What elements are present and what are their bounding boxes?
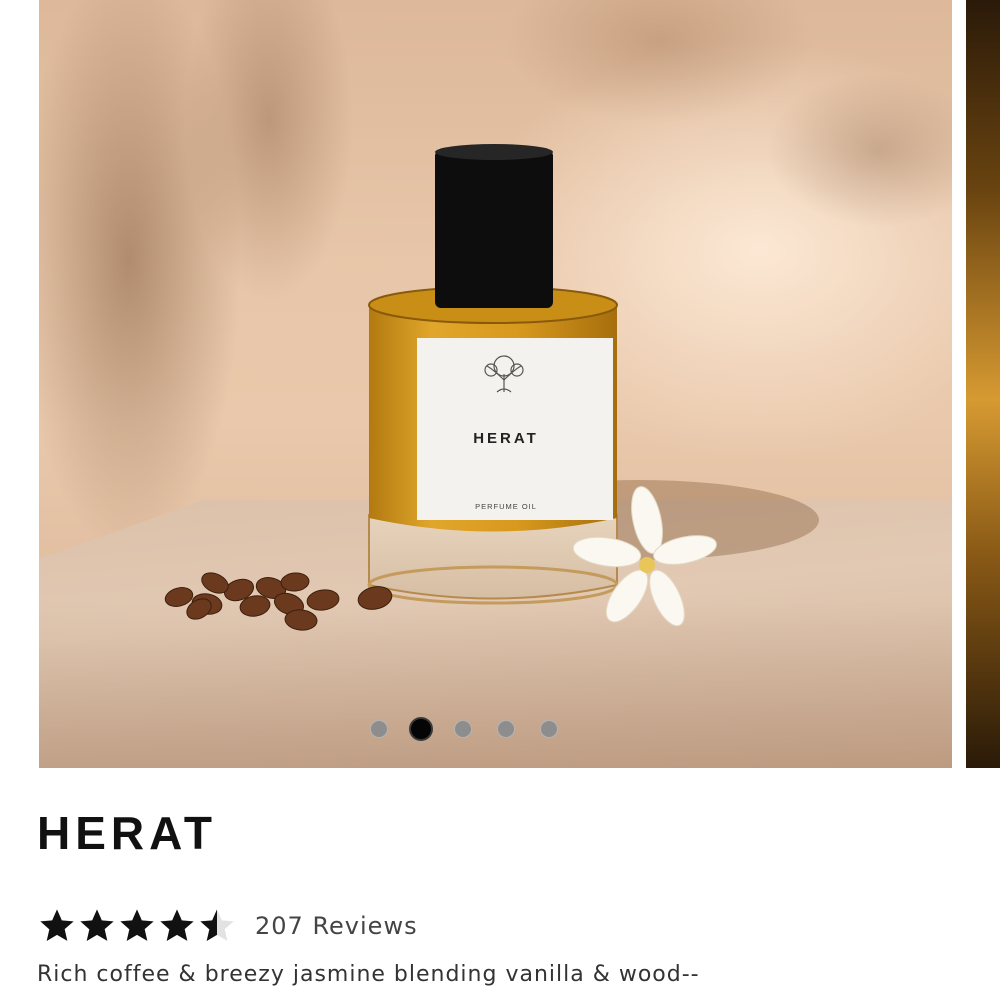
carousel-dot-3[interactable] (454, 720, 472, 738)
carousel-dot-4[interactable] (497, 720, 515, 738)
product-rating[interactable]: 207 Reviews (37, 904, 418, 948)
star-full-icon (40, 909, 74, 941)
star-full-icon (160, 909, 194, 941)
star-full-icon (120, 909, 154, 941)
star-half-icon (200, 909, 234, 941)
star-rating (37, 906, 237, 946)
product-image-carousel[interactable]: HERAT PERFUME OIL (0, 0, 1000, 770)
next-slide-preview[interactable] (966, 0, 1000, 768)
carousel-dot-2[interactable] (409, 717, 433, 741)
coffee-beans-decoration (164, 572, 393, 631)
carousel-dot-1[interactable] (370, 720, 388, 738)
perfume-bottle-image: HERAT PERFUME OIL (164, 144, 819, 631)
reviews-link[interactable]: 207 Reviews (255, 912, 418, 940)
carousel-dot-5[interactable] (540, 720, 558, 738)
carousel-dots (0, 716, 1000, 742)
product-description: Rich coffee & breezy jasmine blending va… (37, 962, 700, 987)
star-full-icon (80, 909, 114, 941)
bottle-label-subtitle: PERFUME OIL (475, 502, 537, 511)
product-title: HERAT (37, 807, 218, 859)
product-image-slide[interactable]: HERAT PERFUME OIL (39, 0, 952, 768)
bottle-label-name: HERAT (473, 430, 539, 447)
